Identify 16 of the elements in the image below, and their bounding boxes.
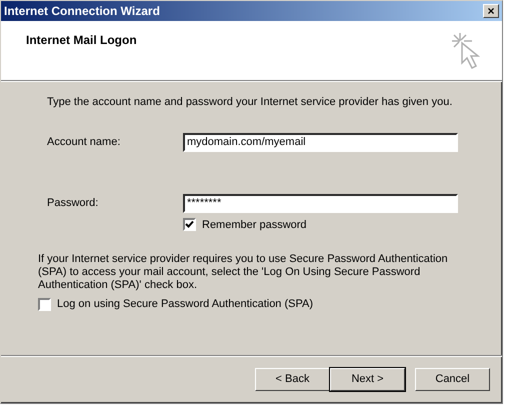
intro-text: Type the account name and password your Internet service provider has given you. <box>47 95 454 110</box>
checkbox-label: Log on using Secure Password Authentication (SPA) <box>57 297 314 312</box>
wizard-button[interactable]: < Back <box>255 368 330 391</box>
checkbox-label: Remember password <box>202 218 307 232</box>
close-button[interactable]: × <box>483 4 499 18</box>
wizard-button[interactable]: Cancel <box>415 368 490 391</box>
checkbox[interactable] <box>183 218 196 232</box>
password-field[interactable]: ******** <box>183 194 458 212</box>
field-label: Password: <box>47 196 100 211</box>
page-title: Internet Mail Logon <box>26 32 137 49</box>
spa-info-text: If your Internet service provider requires you to use Secure Password Authentication (SPA) to access your mail account, select the 'Log On Using Secure Password Authentication (SPA)' check box. <box>38 253 448 292</box>
account-name-field[interactable]: mydomain.com/myemail <box>183 132 458 152</box>
checkbox[interactable] <box>38 298 51 311</box>
wizard-button[interactable]: Next > <box>330 368 405 391</box>
field-label: Account name: <box>47 134 122 150</box>
window-title: Internet Connection Wizard <box>4 3 160 20</box>
